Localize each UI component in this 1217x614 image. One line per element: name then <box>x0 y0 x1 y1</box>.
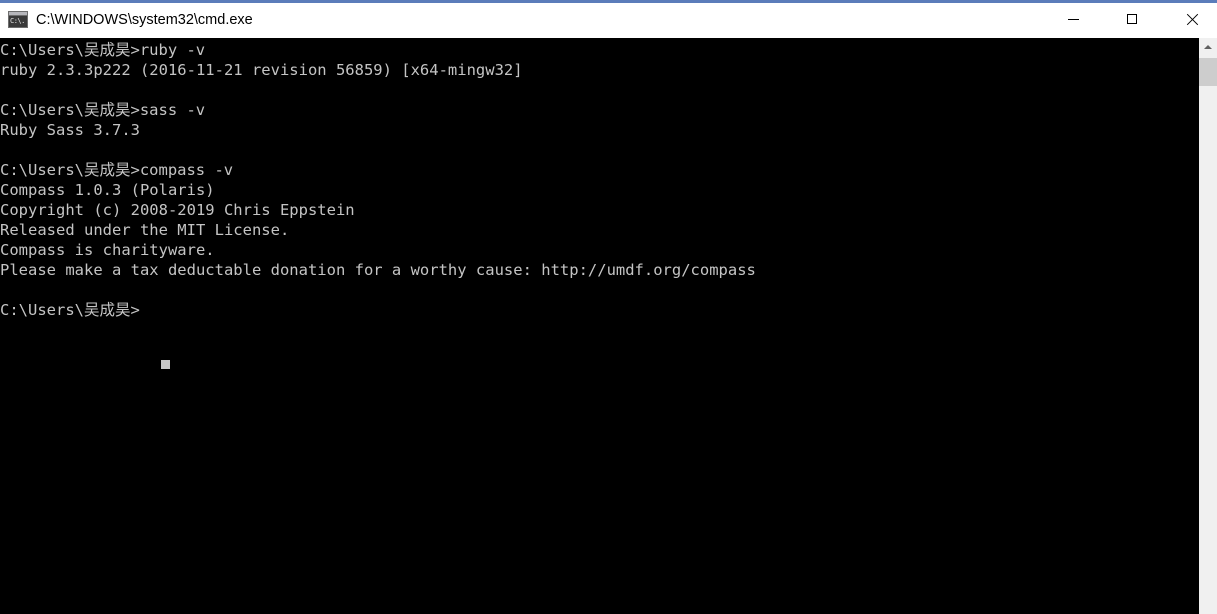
title-bar[interactable]: C:\. C:\WINDOWS\system32\cmd.exe <box>0 3 1217 38</box>
console-output-area[interactable]: C:\Users\吴成昊>ruby -v ruby 2.3.3p222 (201… <box>0 38 1199 614</box>
minimize-icon <box>1067 18 1079 20</box>
scroll-up-button[interactable] <box>1199 38 1217 56</box>
console-cursor <box>161 360 170 369</box>
scrollbar-track[interactable] <box>1199 56 1217 614</box>
console-icon-label: C:\. <box>9 16 27 27</box>
console-text: C:\Users\吴成昊>ruby -v ruby 2.3.3p222 (201… <box>0 41 756 319</box>
window-title: C:\WINDOWS\system32\cmd.exe <box>36 12 253 28</box>
console-app-icon: C:\. <box>8 11 28 28</box>
close-button[interactable] <box>1168 3 1214 35</box>
minimize-button[interactable] <box>1050 3 1096 35</box>
close-icon <box>1185 13 1198 26</box>
cmd-window: C:\. C:\WINDOWS\system32\cmd.exe C:\User… <box>0 0 1217 614</box>
chevron-up-icon <box>1204 45 1212 49</box>
maximize-button[interactable] <box>1109 3 1155 35</box>
vertical-scrollbar[interactable] <box>1199 38 1217 614</box>
maximize-icon <box>1127 14 1137 24</box>
scrollbar-thumb[interactable] <box>1199 58 1217 86</box>
